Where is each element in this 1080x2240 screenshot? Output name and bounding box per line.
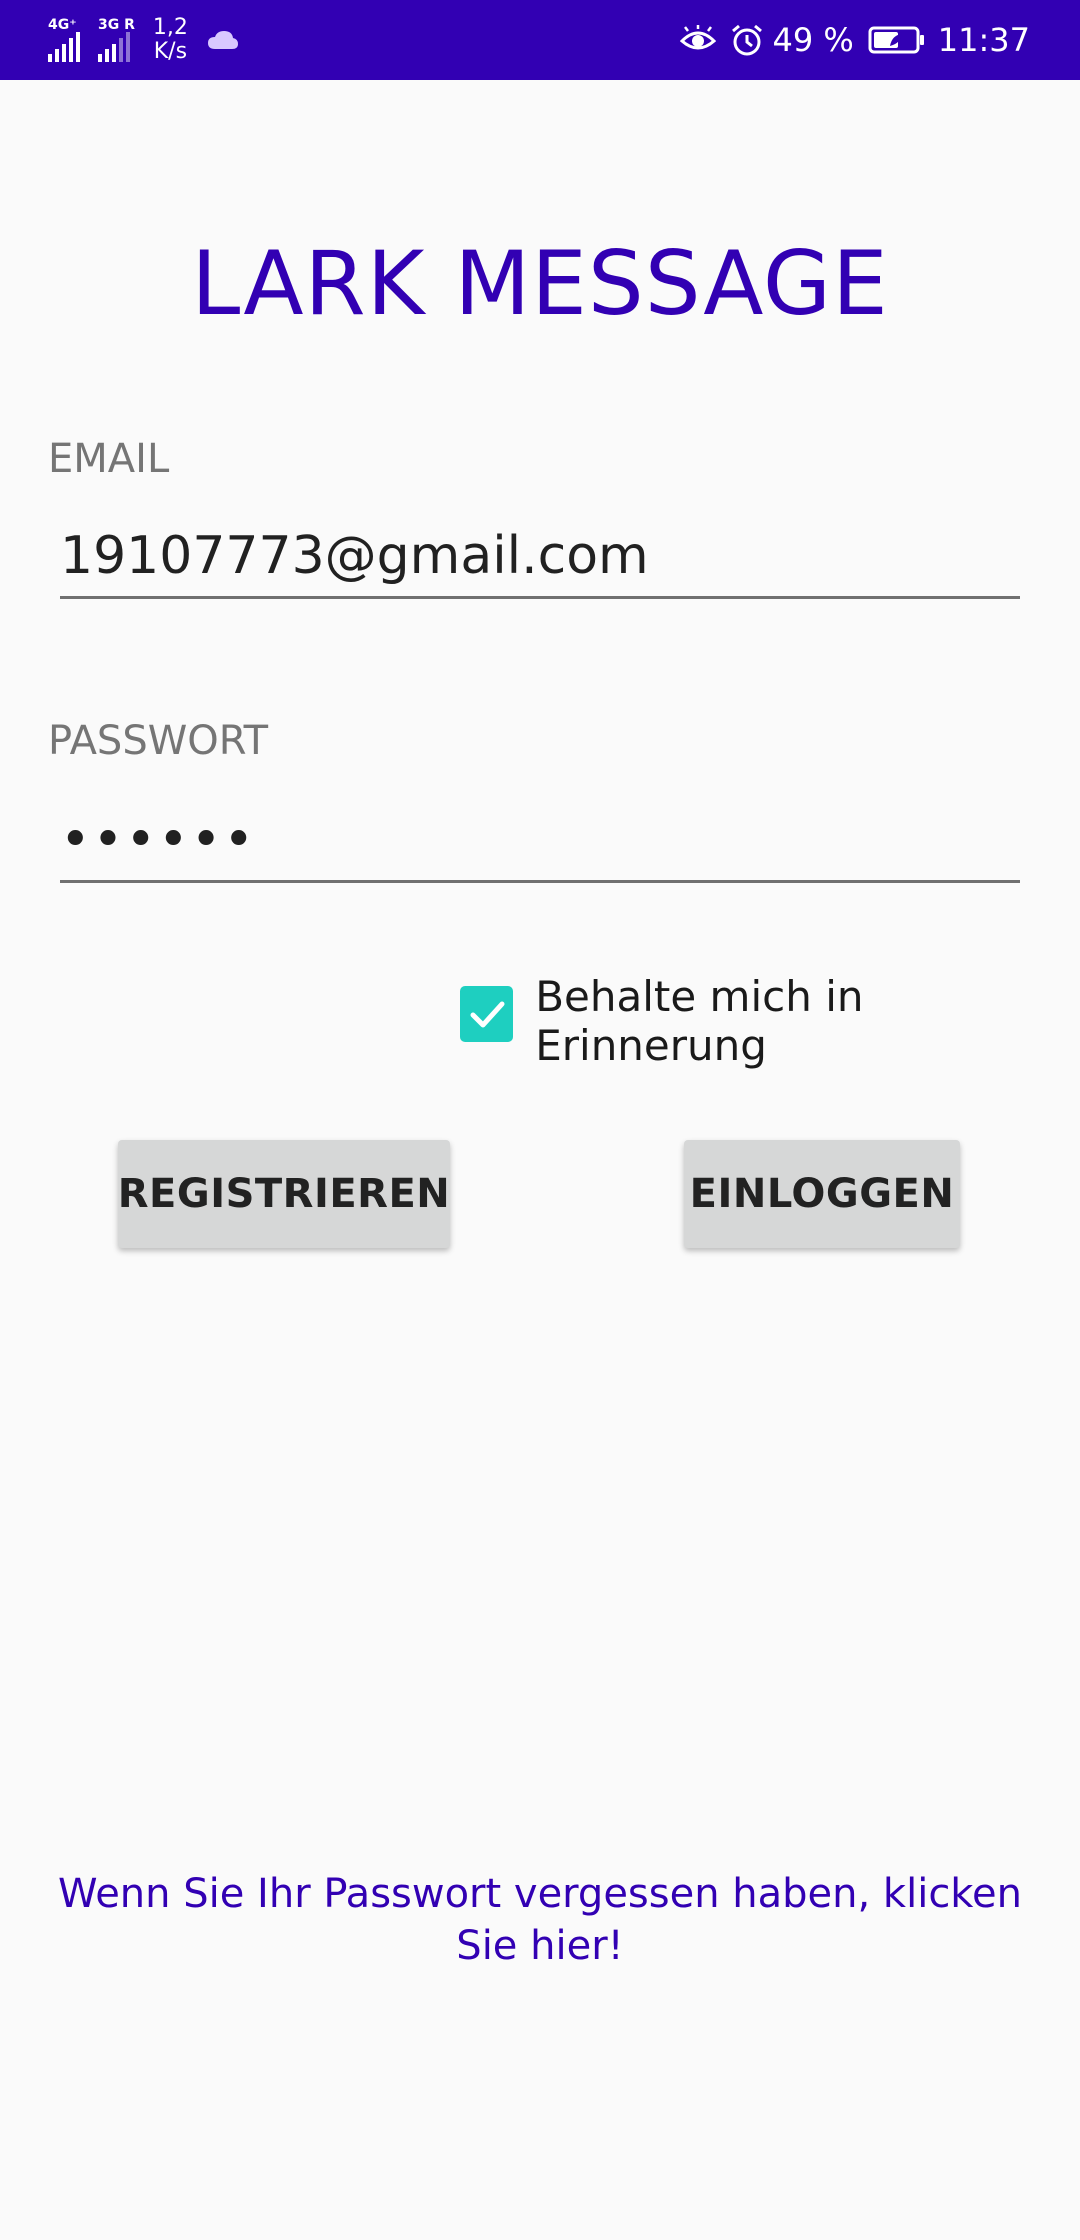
sim1-signal-icon: 4G⁺ bbox=[48, 18, 80, 62]
sim1-tech: 4G⁺ bbox=[48, 17, 77, 33]
login-screen: 4G⁺ 3G R 1,2 K/s 49 % 11:37 LARK MESSAGE… bbox=[0, 0, 1080, 2240]
remember-checkbox[interactable] bbox=[460, 986, 514, 1042]
email-label: EMAIL bbox=[48, 436, 170, 482]
alarm-icon bbox=[730, 23, 764, 57]
remember-label[interactable]: Behalte mich in Erinnerung bbox=[535, 972, 1080, 1070]
sim2-signal-icon: 3G R bbox=[98, 18, 135, 62]
remember-me[interactable]: Behalte mich in Erinnerung bbox=[460, 972, 1080, 1070]
sim2-tech: 3G R bbox=[98, 17, 135, 33]
status-bar-right: 49 % 11:37 bbox=[666, 0, 1030, 80]
battery-percent: 49 % bbox=[772, 21, 854, 59]
status-bar-left: 4G⁺ 3G R 1,2 K/s bbox=[48, 0, 240, 80]
register-button[interactable]: REGISTRIEREN bbox=[118, 1140, 450, 1248]
forgot-password-link[interactable]: Wenn Sie Ihr Passwort vergessen haben, k… bbox=[40, 1868, 1040, 1972]
email-field[interactable] bbox=[60, 516, 1020, 599]
eye-icon bbox=[680, 25, 717, 55]
check-icon bbox=[470, 1001, 505, 1028]
clock: 11:37 bbox=[937, 21, 1030, 59]
password-field[interactable] bbox=[60, 800, 1020, 883]
net-speed-unit: K/s bbox=[153, 39, 188, 64]
net-speed-value: 1,2 bbox=[152, 15, 188, 40]
login-button[interactable]: EINLOGGEN bbox=[684, 1140, 960, 1248]
app-title: LARK MESSAGE bbox=[191, 232, 889, 335]
status-bar: 4G⁺ 3G R 1,2 K/s 49 % 11:37 bbox=[0, 0, 1080, 80]
password-label: PASSWORT bbox=[48, 718, 269, 764]
network-speed: 1,2 K/s bbox=[153, 16, 188, 64]
cloud-icon bbox=[206, 28, 240, 52]
battery-icon bbox=[868, 25, 926, 55]
